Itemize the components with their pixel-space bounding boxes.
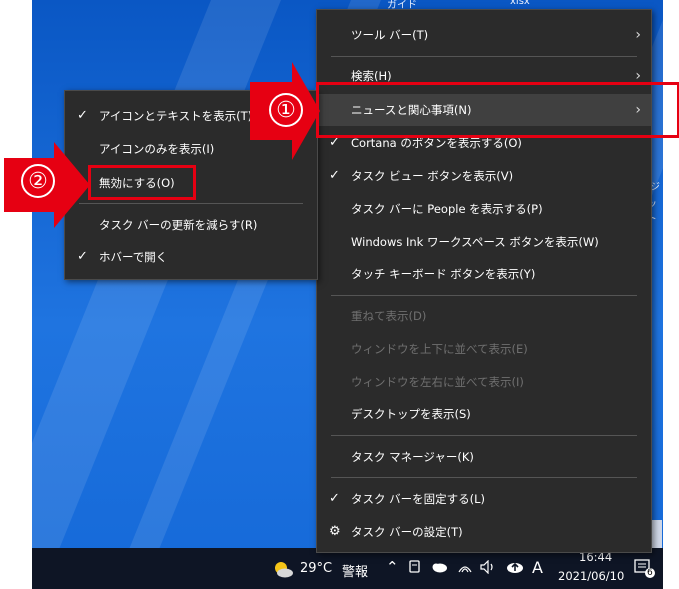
menu-divider <box>331 477 637 478</box>
menu-item-side-by-side-windows: ウィンドウを左右に並べて表示(I) <box>351 375 524 389</box>
wifi-icon[interactable] <box>457 560 473 578</box>
checkmark-icon: ✓ <box>329 491 340 506</box>
ime-mode-indicator[interactable]: A <box>532 558 543 577</box>
highlight-box-news-and-interests <box>316 82 679 138</box>
chevron-right-icon: › <box>635 27 641 43</box>
menu-divider <box>331 295 637 296</box>
gear-icon: ⚙ <box>329 524 341 539</box>
submenu-item-reduce-taskbar-updates[interactable]: タスク バーの更新を減らす(R) <box>65 209 317 241</box>
onedrive-cloud-icon[interactable] <box>430 561 448 577</box>
menu-item-taskbar-settings[interactable]: ⚙ タスク バーの設定(T) <box>317 516 651 548</box>
weather-icon[interactable] <box>272 559 294 583</box>
menu-divider <box>79 203 303 204</box>
highlight-box-turn-off <box>88 165 196 200</box>
menu-item-toolbars[interactable]: ツール バー(T) › <box>317 19 651 51</box>
submenu-item-open-on-hover[interactable]: ✓ ホバーで開く <box>65 241 317 273</box>
menu-item-cascade-windows: 重ねて表示(D) <box>351 309 427 323</box>
menu-divider <box>331 435 637 436</box>
checkmark-icon: ✓ <box>77 108 88 123</box>
volume-icon[interactable] <box>480 559 498 578</box>
cloud-upload-icon[interactable] <box>506 559 524 579</box>
desktop-icon-label[interactable]: xlsx <box>510 0 530 7</box>
meet-now-icon[interactable] <box>408 559 422 579</box>
menu-item-stack-windows: ウィンドウを上下に並べて表示(E) <box>351 342 528 356</box>
clock-date[interactable]: 2021/06/10 <box>558 569 624 583</box>
checkmark-icon: ✓ <box>77 249 88 264</box>
show-hidden-icons-chevron-icon[interactable]: ⌃ <box>386 558 399 576</box>
step-number-1: ① <box>269 93 303 127</box>
taskbar: 29°C 警報 ⌃ A 16:44 2021/06/10 6 <box>32 548 663 589</box>
menu-divider <box>331 56 637 57</box>
weather-warning-text[interactable]: 警報 <box>342 561 368 580</box>
menu-item-show-touch-keyboard-button[interactable]: タッチ キーボード ボタンを表示(Y) <box>317 258 651 290</box>
menu-item-show-windows-ink-button[interactable]: Windows Ink ワークスペース ボタンを表示(W) <box>317 226 651 258</box>
checkmark-icon: ✓ <box>329 168 340 183</box>
temperature-text[interactable]: 29°C <box>300 561 332 576</box>
step-number-2: ② <box>21 164 55 198</box>
menu-item-show-desktop[interactable]: デスクトップを表示(S) <box>317 398 651 430</box>
menu-item-lock-taskbar[interactable]: ✓ タスク バーを固定する(L) <box>317 483 651 515</box>
menu-item-show-people[interactable]: タスク バーに People を表示する(P) <box>317 193 651 225</box>
menu-item-task-manager[interactable]: タスク マネージャー(K) <box>317 441 651 473</box>
menu-item-show-task-view-button[interactable]: ✓ タスク ビュー ボタンを表示(V) <box>317 160 651 192</box>
notification-count-badge: 6 <box>647 568 653 578</box>
